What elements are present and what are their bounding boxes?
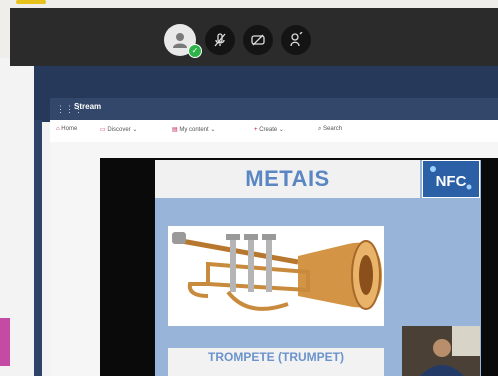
mic-off-icon [214, 33, 226, 47]
search-icon: ⌕ [318, 126, 322, 132]
nav-discover-label: Discover [107, 127, 131, 133]
camera-toggle-button[interactable] [243, 25, 273, 55]
nav-my-content-label: My content [179, 127, 209, 133]
slide-caption-box: TROMPETE (TRUMPET) [168, 348, 384, 376]
nav-home[interactable]: ⌂ Home [56, 126, 77, 132]
user-icon [173, 33, 187, 48]
mute-microphone-button[interactable] [205, 25, 235, 55]
stream-titlebar: ⋮⋮⋮ Stream [50, 98, 498, 120]
share-button[interactable] [281, 25, 311, 55]
slide-caption: TROMPETE (TRUMPET) [208, 350, 344, 364]
discover-icon: ▭ [100, 127, 106, 133]
trumpet-image [168, 226, 384, 326]
content-icon: ▤ [172, 127, 178, 133]
chevron-down-icon: ⌄ [210, 127, 216, 133]
yellow-indicator [16, 0, 46, 4]
stream-nav-bar: ⌂ Home ▭ Discover ⌄ ▤ My content ⌄ + Cre… [50, 120, 498, 143]
status-check-icon: ✓ [188, 44, 202, 58]
chevron-down-icon: ⌄ [132, 127, 138, 133]
nav-home-label: Home [61, 126, 78, 132]
stream-window-edge [34, 120, 42, 376]
app-title: Stream [74, 102, 102, 111]
nav-my-content[interactable]: ▤ My content ⌄ [172, 126, 215, 133]
accent-strip [0, 318, 10, 366]
search-input: Search [323, 126, 343, 132]
camera-off-icon [251, 34, 265, 46]
nfc-logo: NFC [422, 160, 480, 198]
logo-text: NFC [436, 173, 467, 190]
chevron-down-icon: ⌄ [278, 127, 284, 133]
share-icon [290, 32, 303, 47]
slide-title: METAIS [245, 166, 330, 191]
plus-icon: + [254, 127, 258, 133]
presenter-webcam [402, 326, 480, 376]
home-icon: ⌂ [56, 126, 60, 132]
nav-discover[interactable]: ▭ Discover ⌄ [100, 126, 137, 133]
nav-search[interactable]: ⌕ Search [318, 126, 342, 133]
slide-title-box: METAIS [155, 160, 420, 198]
nav-create-label: Create [259, 127, 278, 133]
nav-create[interactable]: + Create ⌄ [254, 126, 284, 133]
